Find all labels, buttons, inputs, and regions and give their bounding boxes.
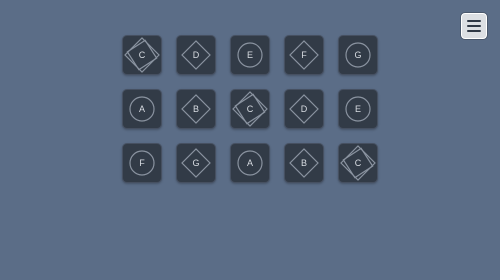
tile-letter: A <box>246 158 253 168</box>
tile[interactable]: F <box>122 143 162 183</box>
tile[interactable]: D <box>176 35 216 75</box>
hamburger-menu-icon-bar <box>467 30 481 32</box>
tile-letter: E <box>354 104 361 114</box>
tile[interactable]: F <box>284 35 324 75</box>
tile[interactable]: A <box>230 143 270 183</box>
tile-letter: B <box>300 158 307 168</box>
tile-letter: G <box>192 158 200 168</box>
tile-letter: D <box>300 104 308 114</box>
tile[interactable]: C <box>122 35 162 75</box>
hamburger-menu-icon <box>467 20 481 22</box>
tile[interactable]: G <box>176 143 216 183</box>
tile-letter: D <box>192 50 200 60</box>
tile[interactable]: B <box>176 89 216 129</box>
tile-letter: C <box>354 158 362 168</box>
tile[interactable]: E <box>230 35 270 75</box>
tile-letter: F <box>301 50 307 60</box>
tile-letter: B <box>192 104 199 114</box>
tile[interactable]: D <box>284 89 324 129</box>
tile-letter: A <box>138 104 145 114</box>
tile[interactable]: B <box>284 143 324 183</box>
tile-letter: F <box>139 158 145 168</box>
tile-letter: C <box>138 50 146 60</box>
tile-grid: C D E F G A B C D E F G A B C <box>0 0 500 280</box>
tile[interactable]: C <box>338 143 378 183</box>
tile[interactable]: C <box>230 89 270 129</box>
tile[interactable]: G <box>338 35 378 75</box>
tile-letter: E <box>246 50 253 60</box>
menu-button[interactable] <box>461 13 487 39</box>
tile-letter: G <box>354 50 362 60</box>
tile[interactable]: E <box>338 89 378 129</box>
tile-letter: C <box>246 104 254 114</box>
hamburger-menu-icon-bar <box>467 25 481 27</box>
tile[interactable]: A <box>122 89 162 129</box>
